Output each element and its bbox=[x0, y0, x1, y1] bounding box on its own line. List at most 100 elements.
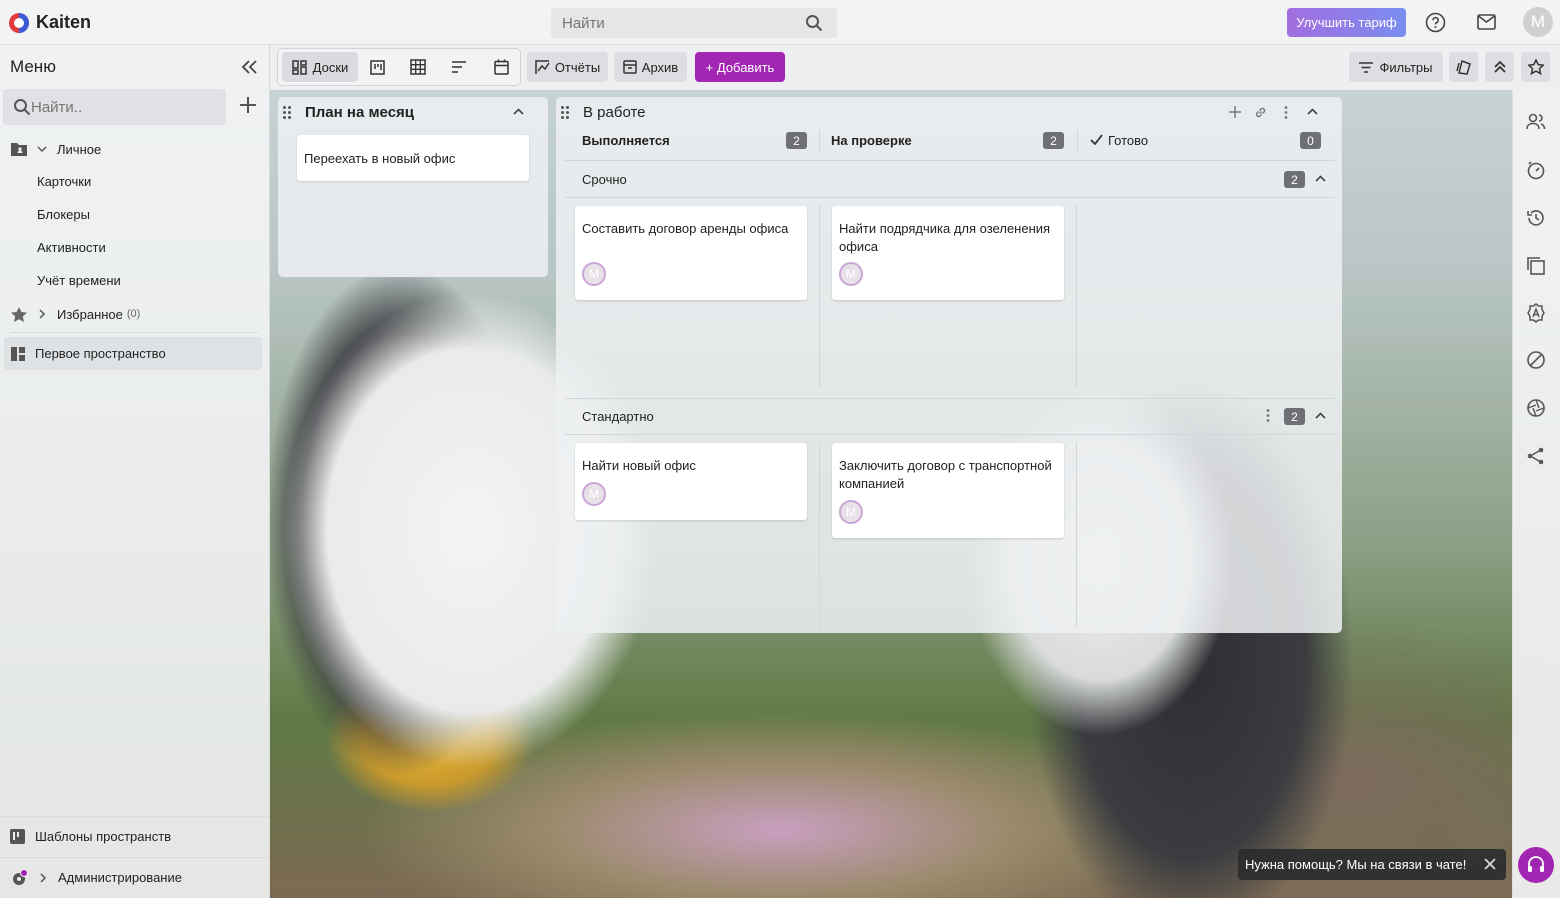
aperture-icon[interactable] bbox=[1526, 398, 1546, 418]
filters-button[interactable]: Фильтры bbox=[1349, 52, 1443, 82]
card-member-avatar[interactable]: M bbox=[582, 262, 606, 286]
search-icon[interactable] bbox=[805, 14, 823, 32]
column-header-review[interactable]: На проверке bbox=[831, 133, 912, 148]
sidebar-item-label: Личное bbox=[57, 141, 102, 157]
share-icon[interactable] bbox=[1526, 446, 1546, 466]
upgrade-plan-button[interactable]: Улучшить тариф bbox=[1287, 8, 1406, 37]
card[interactable]: Найти новый офис M bbox=[575, 443, 807, 520]
column-header-in-progress[interactable]: Выполняется bbox=[582, 133, 670, 148]
column-count: 2 bbox=[1043, 132, 1064, 149]
templates-icon bbox=[10, 829, 25, 844]
chevron-right-icon[interactable] bbox=[38, 872, 48, 883]
sidebar-item-space-templates[interactable]: Шаблоны пространств bbox=[0, 816, 269, 856]
column-count: 2 bbox=[786, 132, 807, 149]
global-search-input[interactable] bbox=[551, 8, 801, 38]
card[interactable]: Заключить договор с транспортной компани… bbox=[832, 443, 1064, 538]
column-divider bbox=[1076, 442, 1077, 628]
block-icon[interactable] bbox=[1526, 350, 1546, 370]
column-header-done[interactable]: Готово bbox=[1108, 133, 1148, 148]
view-boards-button[interactable]: Доски bbox=[282, 52, 358, 82]
card-member-avatar[interactable]: M bbox=[839, 262, 863, 286]
card[interactable]: Переехать в новый офис bbox=[297, 135, 529, 181]
cards-stack-icon bbox=[1455, 59, 1472, 75]
board-title[interactable]: В работе bbox=[583, 104, 646, 121]
reports-button[interactable]: Отчёты bbox=[527, 52, 608, 82]
drag-handle-icon[interactable] bbox=[283, 106, 291, 119]
link-icon[interactable] bbox=[1254, 106, 1267, 119]
copy-icon[interactable] bbox=[1526, 256, 1546, 276]
timeline-icon bbox=[451, 61, 467, 73]
sidebar-item-first-space[interactable]: Первое пространство bbox=[4, 337, 262, 370]
more-vertical-icon[interactable] bbox=[1284, 106, 1288, 119]
sidebar-search-input[interactable] bbox=[31, 89, 221, 125]
add-button[interactable]: + Добавить bbox=[695, 52, 785, 82]
collapse-all-button[interactable] bbox=[1485, 52, 1514, 82]
admin-gear-icon bbox=[10, 869, 28, 887]
add-icon[interactable] bbox=[239, 96, 257, 114]
chevron-up-icon[interactable] bbox=[1315, 175, 1326, 182]
add-card-icon[interactable] bbox=[1229, 106, 1241, 118]
boards-icon bbox=[291, 59, 307, 75]
help-icon[interactable] bbox=[1425, 12, 1446, 33]
view-kanban-button[interactable] bbox=[363, 52, 391, 82]
card-member-avatar[interactable]: M bbox=[839, 500, 863, 524]
column-divider bbox=[1077, 130, 1078, 152]
chevron-right-icon[interactable] bbox=[37, 309, 47, 319]
app-title[interactable]: Kaiten bbox=[36, 12, 91, 33]
members-icon[interactable] bbox=[1526, 113, 1546, 131]
kaiten-logo-icon[interactable] bbox=[8, 12, 30, 34]
mail-icon[interactable] bbox=[1477, 14, 1496, 30]
sidebar-item-time-tracking[interactable]: Учёт времени bbox=[37, 273, 121, 288]
card[interactable]: Составить договор аренды офиса M bbox=[575, 206, 807, 300]
star-outline-icon bbox=[1527, 59, 1544, 75]
view-boards-label: Доски bbox=[312, 59, 349, 75]
card-title: Найти подрядчика для озеленения офиса bbox=[839, 221, 1051, 254]
drag-handle-icon[interactable] bbox=[561, 106, 569, 119]
sidebar-item-activities[interactable]: Активности bbox=[37, 240, 106, 255]
card[interactable]: Найти подрядчика для озеленения офиса M bbox=[832, 206, 1064, 300]
board-title[interactable]: План на месяц bbox=[305, 104, 414, 121]
star-icon bbox=[10, 306, 28, 322]
global-search[interactable] bbox=[551, 8, 837, 38]
sidebar-divider bbox=[10, 332, 258, 333]
lane-title-urgent[interactable]: Срочно bbox=[582, 172, 627, 187]
chevron-up-icon[interactable] bbox=[1307, 108, 1318, 115]
card-member-avatar[interactable]: M bbox=[582, 482, 606, 506]
collapse-sidebar-icon[interactable] bbox=[241, 59, 259, 75]
column-count: 0 bbox=[1300, 132, 1321, 149]
close-icon[interactable] bbox=[1484, 858, 1496, 870]
help-chat-toast[interactable]: Нужна помощь? Мы на связи в чате! bbox=[1238, 849, 1506, 880]
lane-divider bbox=[565, 197, 1335, 198]
card-size-button[interactable] bbox=[1449, 52, 1478, 82]
kanban-icon bbox=[369, 59, 385, 75]
sidebar-item-favorites[interactable]: Избранное (0) bbox=[10, 305, 140, 323]
history-icon[interactable] bbox=[1526, 208, 1546, 228]
view-table-button[interactable] bbox=[404, 52, 432, 82]
chevron-down-icon[interactable] bbox=[37, 144, 47, 154]
sidebar-item-blockers[interactable]: Блокеры bbox=[37, 207, 90, 222]
header-divider bbox=[565, 160, 1335, 161]
sidebar-item-personal[interactable]: Личное bbox=[10, 140, 101, 158]
column-divider bbox=[819, 130, 820, 152]
double-chevron-up-icon bbox=[1493, 60, 1507, 74]
lane-title-standard[interactable]: Стандартно bbox=[582, 409, 654, 424]
sidebar-item-cards[interactable]: Карточки bbox=[37, 174, 91, 189]
automation-icon[interactable] bbox=[1526, 303, 1546, 323]
timer-icon[interactable] bbox=[1526, 160, 1546, 180]
folder-user-icon bbox=[10, 142, 28, 156]
user-avatar[interactable]: M bbox=[1523, 7, 1553, 37]
view-timeline-button[interactable] bbox=[445, 52, 473, 82]
archive-button[interactable]: Архив bbox=[614, 52, 687, 82]
chevron-up-icon[interactable] bbox=[513, 108, 524, 115]
support-chat-button[interactable] bbox=[1518, 847, 1554, 883]
check-icon bbox=[1090, 134, 1103, 145]
view-calendar-button[interactable] bbox=[487, 52, 515, 82]
reports-label: Отчёты bbox=[554, 59, 601, 75]
favorite-button[interactable] bbox=[1521, 52, 1550, 82]
sidebar-item-administration[interactable]: Администрирование bbox=[0, 857, 269, 897]
board-in-progress bbox=[556, 97, 1342, 633]
column-divider bbox=[1076, 205, 1077, 387]
sidebar-search[interactable] bbox=[3, 89, 226, 125]
more-vertical-icon[interactable] bbox=[1266, 409, 1270, 422]
chevron-up-icon[interactable] bbox=[1315, 412, 1326, 419]
